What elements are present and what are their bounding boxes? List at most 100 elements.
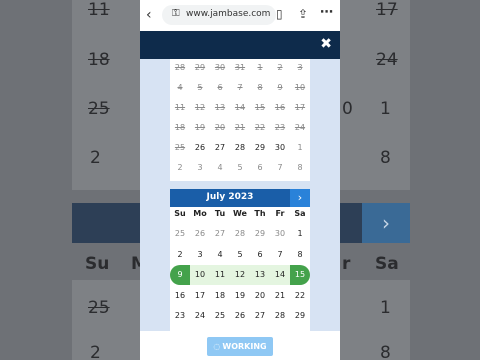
calendar-day: 6: [257, 163, 263, 172]
bg-number: 24: [376, 50, 398, 70]
calendar-day: 19: [194, 123, 206, 132]
bg-number: 11: [88, 0, 110, 20]
browser-toolbar: ‹ ⚿ www.jambase.com ▯ ⇪ ⋯: [140, 0, 340, 31]
calendar-day: 3: [197, 163, 203, 172]
calendar-day: 4: [177, 83, 183, 92]
calendar-day: 11: [174, 103, 186, 112]
calendar-day[interactable]: 10: [190, 265, 210, 285]
url-text: www.jambase.com: [186, 9, 271, 19]
selected-start-day[interactable]: 9: [170, 265, 190, 285]
calendar-day[interactable]: 12: [230, 265, 250, 285]
calendar-day: 12: [194, 103, 206, 112]
calendar-day[interactable]: 23: [170, 306, 190, 326]
modal-header: ✖: [140, 31, 340, 59]
bg-day: Sa: [375, 254, 399, 274]
calendar-day: 25: [174, 229, 186, 238]
calendar-day[interactable]: 1: [290, 224, 310, 244]
modal-footer: ◌ WORKING: [140, 331, 340, 360]
calendar-day: 18: [174, 123, 186, 132]
bg-number: 18: [88, 50, 110, 70]
working-button[interactable]: ◌ WORKING: [207, 337, 273, 356]
calendar-day[interactable]: 11: [210, 265, 230, 285]
calendar-day[interactable]: 2: [170, 245, 190, 265]
calendar-day: 14: [234, 103, 246, 112]
calendar-day[interactable]: 26: [230, 306, 250, 326]
calendar-day[interactable]: 25: [210, 306, 230, 326]
share-icon[interactable]: ⇪: [298, 7, 308, 21]
site-info-icon[interactable]: ⚿: [172, 8, 180, 19]
calendar-day: 7: [277, 163, 283, 172]
calendar-day[interactable]: 29: [290, 306, 310, 326]
calendar-day: 21: [234, 123, 246, 132]
calendar-day: 29: [254, 229, 266, 238]
calendar-day: 27: [214, 229, 226, 238]
working-label: WORKING: [222, 342, 267, 351]
calendar-day[interactable]: 13: [250, 265, 270, 285]
calendar-day: 8: [297, 163, 303, 172]
calendar-day[interactable]: 7: [270, 245, 290, 265]
calendar-day[interactable]: 24: [190, 306, 210, 326]
bg-number: 8: [380, 343, 391, 360]
calendar-day[interactable]: 21: [270, 286, 290, 306]
calendar-day: 17: [294, 103, 306, 112]
selected-end-day[interactable]: 15: [290, 265, 310, 285]
calendar-day: 23: [274, 123, 286, 132]
calendar-day[interactable]: 14: [270, 265, 290, 285]
calendar-day: 4: [217, 163, 223, 172]
calendar-day[interactable]: 5: [230, 245, 250, 265]
calendar-day: 25: [174, 143, 186, 152]
calendar-day[interactable]: 20: [250, 286, 270, 306]
background-panel: [72, 280, 142, 360]
calendar-day: 3: [297, 63, 303, 72]
calendar-day[interactable]: 26: [190, 138, 210, 158]
calendar-day[interactable]: 27: [250, 306, 270, 326]
calendar-day: 28: [174, 63, 186, 72]
address-bar[interactable]: ⚿ www.jambase.com: [162, 5, 276, 25]
calendar-day: 9: [277, 83, 283, 92]
calendar-day[interactable]: 17: [190, 286, 210, 306]
calendar-day[interactable]: 19: [230, 286, 250, 306]
calendar-day[interactable]: 3: [190, 245, 210, 265]
calendar-day[interactable]: 27: [210, 138, 230, 158]
bg-day: r: [342, 254, 351, 274]
weekday-label: Mo: [193, 209, 207, 218]
next-month-icon[interactable]: ›: [290, 189, 310, 207]
calendar-header: July 2023 ›: [170, 189, 310, 207]
bg-number: 2: [90, 343, 101, 360]
month-title: July 2023: [206, 192, 254, 202]
calendar-day[interactable]: 4: [210, 245, 230, 265]
weekday-label: Tu: [214, 209, 226, 218]
calendar-day[interactable]: 28: [230, 138, 250, 158]
calendar-day[interactable]: 28: [270, 306, 290, 326]
back-icon[interactable]: ‹: [146, 7, 152, 23]
bookmark-icon[interactable]: ▯: [276, 7, 283, 21]
bg-number: 25: [88, 99, 110, 119]
weekday-label: We: [233, 209, 247, 218]
weekday-label: Fr: [275, 209, 285, 218]
calendar-day: 16: [274, 103, 286, 112]
calendar-day: 20: [214, 123, 226, 132]
calendar-day[interactable]: 18: [210, 286, 230, 306]
calendar-day: 24: [294, 123, 306, 132]
calendar-day[interactable]: 6: [250, 245, 270, 265]
calendar-day: 10: [294, 83, 306, 92]
calendar-day: 31: [234, 63, 246, 72]
calendar-day[interactable]: 8: [290, 245, 310, 265]
calendar-day[interactable]: 30: [270, 138, 290, 158]
calendar-day: 22: [254, 123, 266, 132]
calendar-day[interactable]: 29: [250, 138, 270, 158]
more-menu-icon[interactable]: ⋯: [320, 5, 333, 20]
calendar-day: 13: [214, 103, 226, 112]
background-panel: [72, 0, 142, 190]
bg-number: 2: [90, 148, 101, 168]
calendar-day: 15: [254, 103, 266, 112]
calendar-day: 2: [177, 163, 183, 172]
calendar-day[interactable]: 16: [170, 286, 190, 306]
phone-screen: ‹ ⚿ www.jambase.com ▯ ⇪ ⋯ ✖ 28 29 30 31 1 2 3 4…: [140, 0, 340, 360]
calendar-day: 30: [274, 229, 286, 238]
bg-next-arrow-icon: ›: [362, 203, 410, 243]
calendar-day[interactable]: 22: [290, 286, 310, 306]
calendar-day: 26: [194, 229, 206, 238]
calendar-day: 5: [237, 163, 243, 172]
close-icon[interactable]: ✖: [320, 36, 332, 52]
